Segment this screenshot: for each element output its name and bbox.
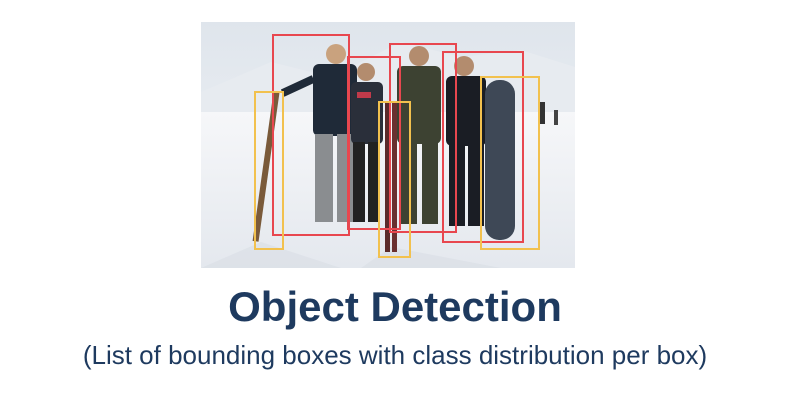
- page-title: Object Detection: [228, 283, 562, 330]
- snowboard: [485, 80, 515, 240]
- ski-scene: [201, 22, 575, 268]
- page-subtitle: (List of bounding boxes with class distr…: [82, 340, 708, 370]
- detection-photo: [201, 22, 575, 268]
- distant-skier: [554, 110, 558, 125]
